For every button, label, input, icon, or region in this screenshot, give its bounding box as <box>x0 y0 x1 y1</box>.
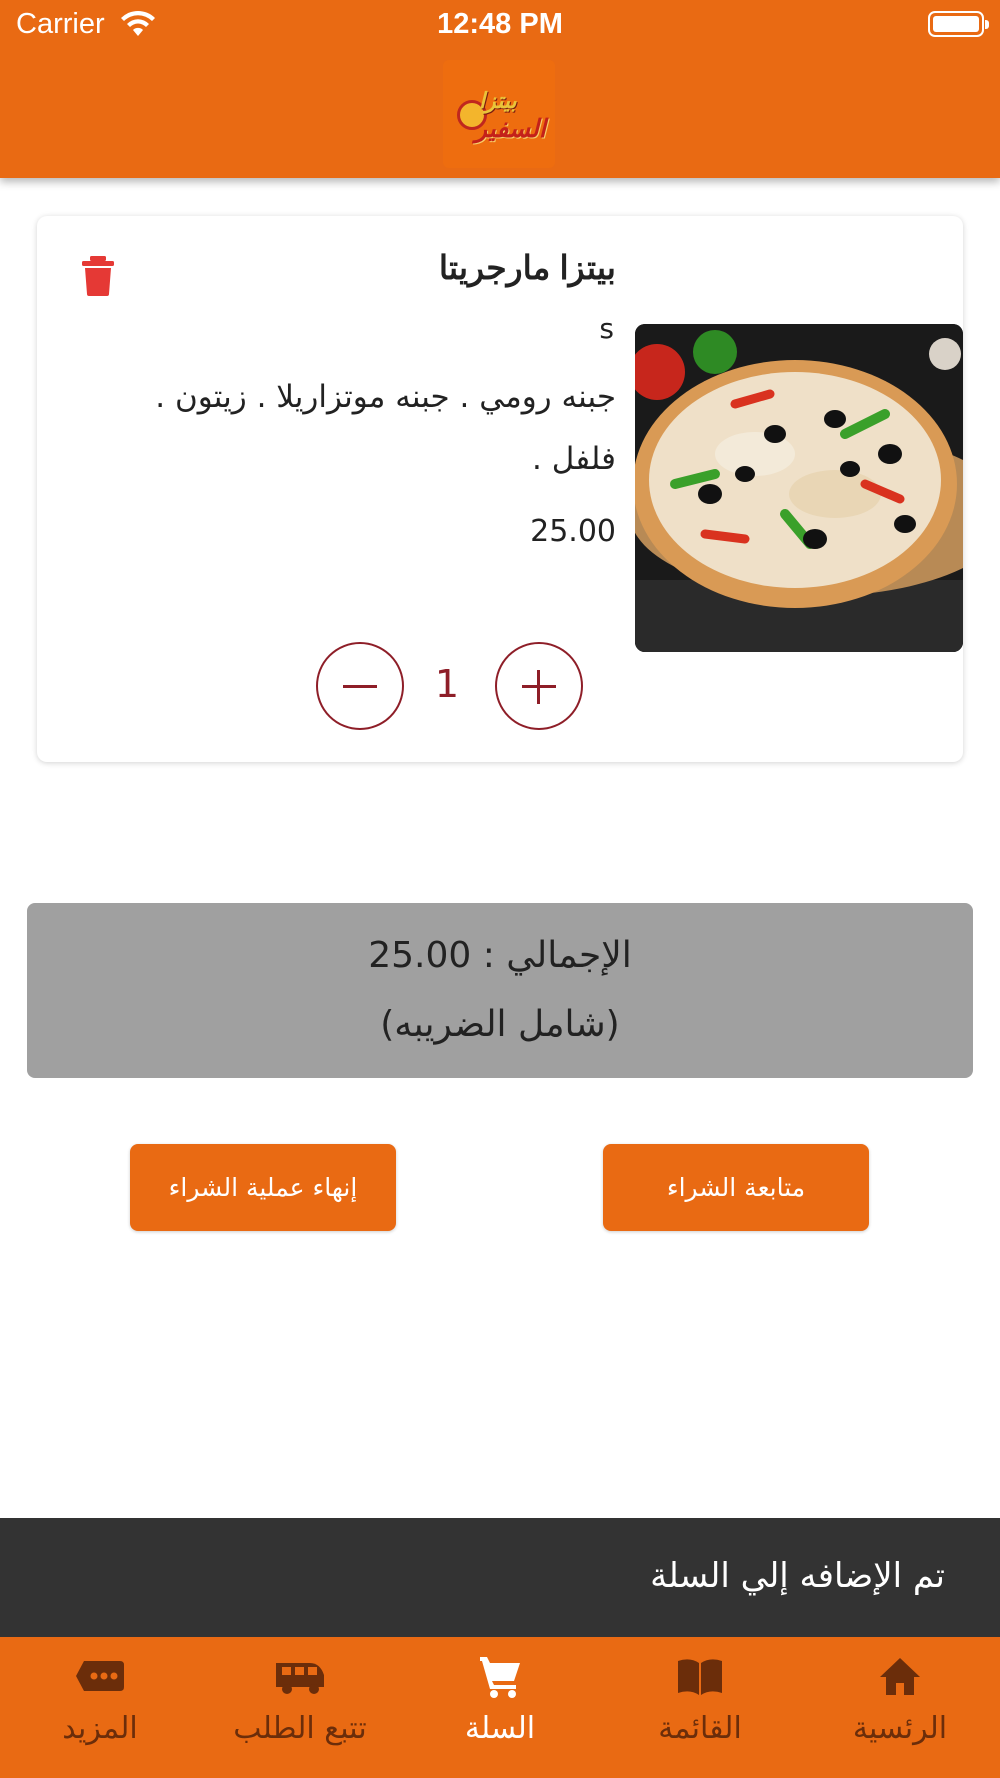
toast-message: تم الإضافه إلي السلة <box>650 1556 945 1596</box>
logo-text-bottom: السفير <box>475 114 546 143</box>
bottom-tab-bar: الرئسية القائمة السلة تتبع الطلب المزيد <box>0 1637 1000 1778</box>
tab-label: السلة <box>464 1711 536 1746</box>
toast-snackbar: تم الإضافه إلي السلة <box>0 1518 1000 1637</box>
total-box: الإجمالي : 25.00 (شامل الضريبه) <box>27 903 973 1078</box>
clock: 12:48 PM <box>437 8 563 40</box>
tab-more[interactable]: المزيد <box>0 1637 200 1778</box>
tax-note: (شامل الضريبه) <box>380 1004 620 1045</box>
finish-purchase-button[interactable]: إنهاء عملية الشراء <box>130 1144 396 1231</box>
item-description: جبنه رومي . جبنه موتزاريلا . زيتون . فلف… <box>155 379 616 477</box>
quantity-value: 1 <box>434 662 460 706</box>
cart-icon <box>480 1657 520 1698</box>
tab-track-order[interactable]: تتبع الطلب <box>200 1637 400 1778</box>
tab-cart[interactable]: السلة <box>400 1637 600 1778</box>
minus-icon <box>343 685 377 688</box>
more-icon <box>76 1661 124 1691</box>
truck-icon <box>276 1663 324 1694</box>
total-label: الإجمالي : 25.00 <box>368 935 632 976</box>
tab-label: تتبع الطلب <box>233 1711 367 1746</box>
tab-menu[interactable]: القائمة <box>600 1637 800 1778</box>
tab-home[interactable]: الرئسية <box>800 1637 1000 1778</box>
home-icon <box>880 1658 920 1695</box>
increase-quantity-button[interactable] <box>495 642 583 730</box>
cart-item-card: بيتزا مارجريتا s جبنه رومي . جبنه موتزار… <box>37 216 963 762</box>
continue-shopping-button[interactable]: متابعة الشراء <box>603 1144 869 1231</box>
logo-text-top: بيتزا <box>479 88 517 114</box>
tab-label: القائمة <box>658 1711 742 1746</box>
item-photo <box>635 324 963 652</box>
status-bar: Carrier 12:48 PM <box>0 0 1000 50</box>
tab-label: الرئسية <box>852 1711 948 1746</box>
battery-icon <box>928 11 989 37</box>
brand-logo: بيتزا السفير <box>443 60 555 168</box>
item-size: s <box>599 312 614 345</box>
tab-label: المزيد <box>62 1711 138 1746</box>
item-price: 25.00 <box>530 514 616 549</box>
decrease-quantity-button[interactable] <box>316 642 404 730</box>
app-header: Carrier 12:48 PM بيتزا السفير <box>0 0 1000 178</box>
trash-icon[interactable] <box>81 256 115 296</box>
item-name: بيتزا مارجريتا <box>438 249 616 286</box>
menu-book-icon <box>678 1659 722 1695</box>
